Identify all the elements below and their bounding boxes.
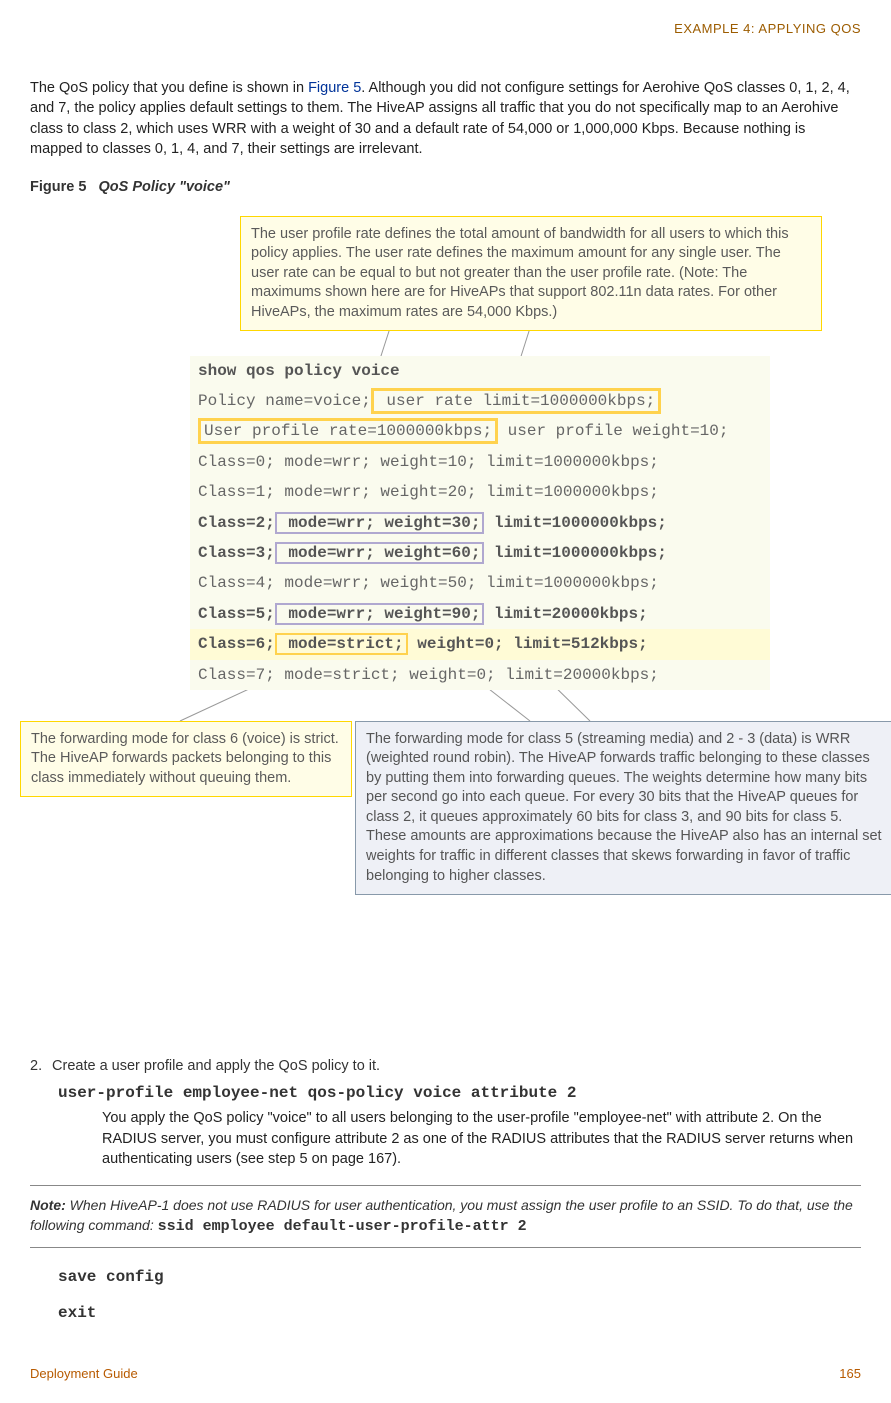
figure-title: QoS Policy "voice" xyxy=(99,179,230,195)
step-2-text: Create a user profile and apply the QoS … xyxy=(52,1058,380,1074)
intro-text-a: The QoS policy that you define is shown … xyxy=(30,80,308,96)
cli-class6-a: Class=6; xyxy=(198,635,275,653)
note-label: Note: xyxy=(30,1197,66,1213)
cli-class1: Class=1; mode=wrr; weight=20; limit=1000… xyxy=(190,477,770,507)
cli-class5-mid: mode=wrr; weight=90; xyxy=(275,603,485,625)
page-footer: Deployment Guide 165 xyxy=(30,1365,861,1383)
figure-label: Figure 5 xyxy=(30,179,86,195)
figure-link[interactable]: Figure 5 xyxy=(308,80,361,96)
cli-class6-b: weight=0; limit=512kbps; xyxy=(408,635,648,653)
cli-policy-line: Policy name=voice; user rate limit=10000… xyxy=(190,386,770,416)
cli-class5-a: Class=5; xyxy=(198,605,275,623)
cli-profile-weight: user profile weight=10; xyxy=(498,422,728,440)
cli-class2-b: limit=1000000kbps; xyxy=(484,514,666,532)
cli-class5: Class=5; mode=wrr; weight=90; limit=2000… xyxy=(190,599,770,629)
cli-output-block: show qos policy voice Policy name=voice;… xyxy=(190,356,770,690)
callout-top: The user profile rate defines the total … xyxy=(240,216,822,332)
cli-class2-a: Class=2; xyxy=(198,514,275,532)
page-section-header: EXAMPLE 4: APPLYING QOS xyxy=(30,20,861,38)
cli-class2-mid: mode=wrr; weight=30; xyxy=(275,512,485,534)
callout-class6: The forwarding mode for class 6 (voice) … xyxy=(20,721,352,798)
cli-class6-mid: mode=strict; xyxy=(275,633,408,655)
figure-area: The user profile rate defines the total … xyxy=(30,216,861,1026)
cli-command: show qos policy voice xyxy=(190,356,770,386)
cli-class3: Class=3; mode=wrr; weight=60; limit=1000… xyxy=(190,538,770,568)
exit-command: exit xyxy=(58,1302,861,1324)
step-2-number: 2. xyxy=(30,1056,48,1076)
intro-paragraph: The QoS policy that you define is shown … xyxy=(30,78,861,159)
cli-class7: Class=7; mode=strict; weight=0; limit=20… xyxy=(190,660,770,690)
cli-user-rate-hl: user rate limit=1000000kbps; xyxy=(371,388,661,414)
cli-class3-a: Class=3; xyxy=(198,544,275,562)
cli-class0: Class=0; mode=wrr; weight=10; limit=1000… xyxy=(190,447,770,477)
footer-left: Deployment Guide xyxy=(30,1365,138,1383)
footer-page-number: 165 xyxy=(839,1365,861,1383)
cli-class2: Class=2; mode=wrr; weight=30; limit=1000… xyxy=(190,508,770,538)
note-command: ssid employee default-user-profile-attr … xyxy=(158,1218,527,1235)
step-2-command: user-profile employee-net qos-policy voi… xyxy=(58,1082,861,1104)
cli-class3-b: limit=1000000kbps; xyxy=(484,544,666,562)
cli-profile-rate-hl: User profile rate=1000000kbps; xyxy=(198,418,498,444)
callout-wrr: The forwarding mode for class 5 (streami… xyxy=(355,721,891,896)
step-2-description: You apply the QoS policy "voice" to all … xyxy=(102,1108,861,1169)
cli-class3-mid: mode=wrr; weight=60; xyxy=(275,542,485,564)
note-box: Note: When HiveAP-1 does not use RADIUS … xyxy=(30,1185,861,1248)
save-command: save config xyxy=(58,1266,861,1288)
figure-caption: Figure 5 QoS Policy "voice" xyxy=(30,177,861,197)
cli-policy-name: Policy name=voice; xyxy=(198,392,371,410)
cli-profile-line: User profile rate=1000000kbps; user prof… xyxy=(190,416,770,446)
cli-class4: Class=4; mode=wrr; weight=50; limit=1000… xyxy=(190,568,770,598)
step-2-row: 2. Create a user profile and apply the Q… xyxy=(30,1056,861,1076)
cli-class6: Class=6; mode=strict; weight=0; limit=51… xyxy=(190,629,770,659)
cli-class5-b: limit=20000kbps; xyxy=(484,605,647,623)
